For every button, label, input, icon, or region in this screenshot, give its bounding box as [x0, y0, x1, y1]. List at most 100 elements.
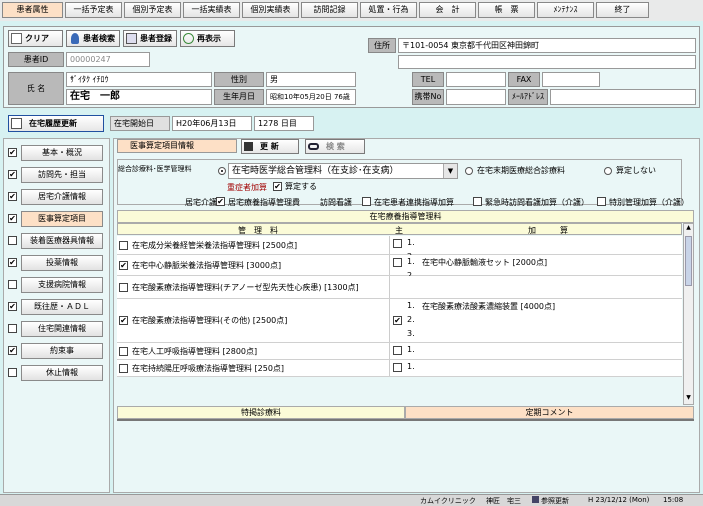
email-field[interactable]	[550, 89, 696, 105]
sidebar-item-2[interactable]: 居宅介護情報	[21, 189, 103, 205]
kyotaku-item-label: 居宅療養指導管理費	[228, 198, 300, 207]
tab-5[interactable]: 訪問記録	[301, 2, 358, 18]
mobile-field[interactable]	[446, 89, 506, 105]
scroll-up-icon[interactable]: ▲	[684, 224, 693, 234]
sidebar-checkbox-4[interactable]	[8, 236, 17, 245]
row-name: 在宅中心静脈栄養法指導管理料 [3000点]	[132, 260, 282, 270]
sidebar-checkbox-7[interactable]: ✔	[8, 302, 17, 311]
main-checkbox[interactable]	[393, 363, 402, 372]
row-checkbox[interactable]	[119, 363, 128, 373]
santei-checkbox[interactable]: ✔	[273, 182, 282, 191]
sidebar-checkbox-5[interactable]: ✔	[8, 258, 17, 267]
main-checkbox[interactable]: ✔	[393, 316, 402, 325]
tab-7[interactable]: 会 計	[419, 2, 476, 18]
sidebar-item-6[interactable]: 支援病院情報	[21, 277, 103, 293]
kyotaku-label: 居宅介護	[185, 198, 217, 207]
sidebar-checkbox-6[interactable]	[8, 280, 17, 289]
fax-field[interactable]	[542, 72, 600, 87]
juusho-label: 重症者加算	[227, 183, 267, 192]
sidebar-checkbox-8[interactable]	[8, 324, 17, 333]
footer-tab-tokkei[interactable]: 特掲診療料	[117, 406, 405, 419]
tel-field[interactable]	[446, 72, 506, 87]
tab-9[interactable]: ﾒﾝﾃﾅﾝｽ	[537, 2, 594, 18]
row-checkbox[interactable]: ✔	[119, 316, 128, 325]
tab-3[interactable]: 一括実績表	[183, 2, 240, 18]
refresh-icon	[183, 33, 194, 44]
address-field[interactable]: 〒101-0054 東京都千代田区神田錦町	[398, 38, 696, 53]
row-name: 在宅持続陽圧呼吸療法指導管理料 [250点]	[132, 363, 285, 373]
table-scrollbar[interactable]: ▲ ▼	[683, 223, 694, 405]
sogo-select[interactable]: 在宅時医学総合管理料（在支診･在支病） ▼	[228, 163, 458, 179]
main-checkbox[interactable]	[393, 346, 402, 355]
patient-search-button[interactable]: 患者検索	[66, 30, 120, 47]
kyotaku-checkbox[interactable]: ✔	[216, 197, 225, 206]
sidebar-item-4[interactable]: 装着医療器具情報	[21, 233, 103, 249]
tab-1[interactable]: 一括予定表	[65, 2, 122, 18]
tab-10[interactable]: 終了	[596, 2, 649, 18]
status-user: 神匠 宅三	[486, 497, 521, 505]
mobile-label: 携帯No	[412, 89, 444, 105]
table-row: 在宅酸素療法指導管理料(チアノーゼ型先天性心疾患) [1300点]	[117, 276, 682, 299]
sidebar-checkbox-10[interactable]	[8, 368, 17, 377]
sidebar-checkbox-0[interactable]: ✔	[8, 148, 17, 157]
no-calc-label: 算定しない	[616, 166, 656, 175]
document-icon	[11, 33, 22, 44]
main-checkbox[interactable]	[393, 239, 402, 248]
kinkyu-checkbox[interactable]	[473, 197, 482, 206]
scroll-down-icon[interactable]: ▼	[684, 394, 693, 404]
terminal-radio[interactable]	[465, 167, 473, 175]
row-checkbox[interactable]	[119, 346, 128, 356]
search-button[interactable]: 検 索	[305, 139, 365, 154]
col-kasan: 加 算	[528, 226, 568, 235]
row-checkbox[interactable]	[119, 282, 128, 292]
sidebar-item-9[interactable]: 約束事	[21, 343, 103, 359]
tab-0[interactable]: 患者属性	[2, 2, 63, 18]
main-checkbox[interactable]	[393, 258, 402, 267]
sidebar-item-1[interactable]: 訪問先・担当	[21, 167, 103, 183]
sogo-select-radio[interactable]	[218, 167, 226, 175]
tab-6[interactable]: 処置・行為	[360, 2, 417, 18]
no-calc-radio[interactable]	[604, 167, 612, 175]
redisplay-button[interactable]: 再表示	[180, 30, 235, 47]
patient-register-button[interactable]: 患者登録	[123, 30, 177, 47]
row-name: 在宅人工呼吸指導管理料 [2800点]	[132, 346, 258, 356]
scroll-thumb[interactable]	[685, 236, 692, 286]
kinkyu-label: 緊急時訪問看護加算（介護）	[485, 198, 589, 207]
home-history-update-button[interactable]: 在宅履歴更新	[8, 115, 104, 132]
sidebar-item-5[interactable]: 投薬情報	[21, 255, 103, 271]
row-checkbox[interactable]: ✔	[119, 260, 128, 270]
chevron-down-icon[interactable]: ▼	[443, 164, 457, 178]
row-checkbox[interactable]	[119, 240, 128, 250]
address-label: 住所	[368, 38, 396, 53]
sidebar-item-10[interactable]: 休止情報	[21, 365, 103, 381]
footer-tab-comment[interactable]: 定期コメント	[405, 406, 694, 419]
tokubetsu-checkbox[interactable]	[597, 197, 606, 206]
binoculars-icon	[308, 143, 319, 150]
update-button[interactable]: 更 新	[241, 139, 299, 154]
sidebar-item-0[interactable]: 基本・概況	[21, 145, 103, 161]
terminal-label: 在宅末期医療総合診療料	[477, 166, 565, 175]
sogo-label: 総合診療料･医学管理料	[118, 165, 192, 173]
sidebar-checkbox-2[interactable]: ✔	[8, 192, 17, 201]
renkei-label: 在宅患者連携指導加算	[374, 198, 454, 207]
tab-2[interactable]: 個別予定表	[124, 2, 181, 18]
clear-button[interactable]: クリア	[8, 30, 63, 47]
sidebar-item-3[interactable]: 医事算定項目	[21, 211, 103, 227]
status-ref[interactable]: 参照更新	[532, 496, 569, 506]
sidebar-checkbox-3[interactable]: ✔	[8, 214, 17, 223]
renkei-checkbox[interactable]	[362, 197, 371, 206]
table-header: 管 理 料 主 加 算	[117, 223, 682, 235]
table-row: 在宅成分栄養経管栄養法指導管理料 [2500点]1.2.	[117, 236, 682, 261]
register-icon	[126, 33, 137, 44]
ref-icon	[532, 496, 539, 503]
tab-4[interactable]: 個別実績表	[242, 2, 299, 18]
address-line2-field[interactable]	[398, 55, 696, 69]
sidebar-checkbox-1[interactable]: ✔	[8, 170, 17, 179]
sidebar-item-8[interactable]: 住宅関連情報	[21, 321, 103, 337]
sidebar-checkbox-9[interactable]: ✔	[8, 346, 17, 355]
sidebar-item-7[interactable]: 既往歴・ＡＤＬ	[21, 299, 103, 315]
tokubetsu-label: 特別管理加算（介護）	[609, 198, 689, 207]
tab-8[interactable]: 帳 票	[478, 2, 535, 18]
patient-id-field[interactable]: 00000247	[66, 52, 150, 67]
table-row: ✔ 在宅中心静脈栄養法指導管理料 [3000点] 1. 在宅中心静脈輸液セット [20…	[117, 255, 682, 280]
